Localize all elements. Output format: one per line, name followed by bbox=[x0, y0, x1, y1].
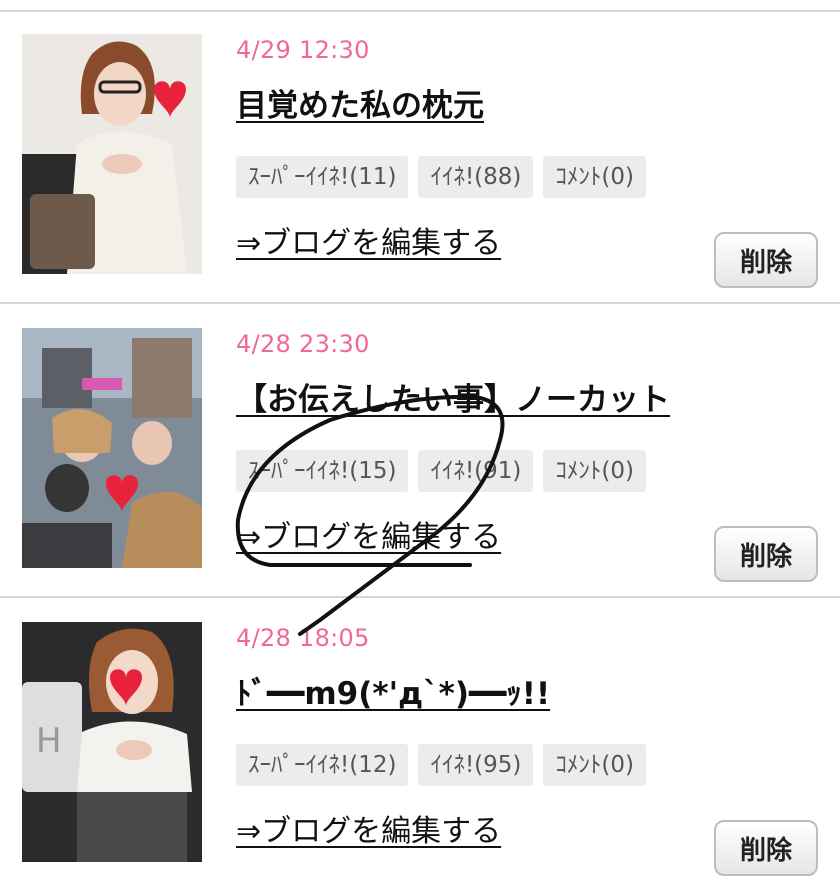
comment-badge[interactable]: ｺﾒﾝﾄ(0) bbox=[543, 744, 646, 786]
entry-thumbnail[interactable] bbox=[22, 34, 202, 274]
entry-title-link[interactable]: ﾄﾞ━━m9(*'д`*)━━ｯ!! bbox=[236, 668, 550, 713]
like-badge[interactable]: ｲｲﾈ!(88) bbox=[418, 156, 534, 198]
blog-entry: H 4/28 18:05 ﾄﾞ━━m9(*'д`*)━━ｯ!! ｽｰﾊﾟｰｲｲﾈ… bbox=[0, 600, 840, 892]
entry-title-link[interactable]: 【お伝えしたい事】ノーカット bbox=[236, 374, 670, 419]
blog-entry: 4/28 23:30 【お伝えしたい事】ノーカット ｽｰﾊﾟｰｲｲﾈ!(15) … bbox=[0, 306, 840, 598]
super-like-badge[interactable]: ｽｰﾊﾟｰｲｲﾈ!(11) bbox=[236, 156, 409, 198]
entry-date: 4/28 18:05 bbox=[236, 624, 370, 652]
blog-entry: 4/29 12:30 目覚めた私の枕元 ｽｰﾊﾟｰｲｲﾈ!(11) ｲｲﾈ!(8… bbox=[0, 12, 840, 304]
comment-badge[interactable]: ｺﾒﾝﾄ(0) bbox=[543, 450, 646, 492]
entry-title-link[interactable]: 目覚めた私の枕元 bbox=[236, 80, 484, 125]
entry-date: 4/29 12:30 bbox=[236, 36, 370, 64]
entry-stats: ｽｰﾊﾟｰｲｲﾈ!(12) ｲｲﾈ!(95) ｺﾒﾝﾄ(0) bbox=[236, 744, 646, 786]
entry-stats: ｽｰﾊﾟｰｲｲﾈ!(15) ｲｲﾈ!(91) ｺﾒﾝﾄ(0) bbox=[236, 450, 646, 492]
delete-button[interactable]: 削除 bbox=[714, 820, 818, 876]
super-like-badge[interactable]: ｽｰﾊﾟｰｲｲﾈ!(12) bbox=[236, 744, 409, 786]
like-badge[interactable]: ｲｲﾈ!(91) bbox=[418, 450, 534, 492]
entry-divider bbox=[0, 596, 840, 598]
super-like-badge[interactable]: ｽｰﾊﾟｰｲｲﾈ!(15) bbox=[236, 450, 409, 492]
edit-blog-link[interactable]: ⇒ブログを編集する bbox=[236, 512, 501, 556]
delete-button[interactable]: 削除 bbox=[714, 526, 818, 582]
svg-text:H: H bbox=[36, 721, 62, 761]
entry-divider bbox=[0, 302, 840, 304]
like-badge[interactable]: ｲｲﾈ!(95) bbox=[418, 744, 534, 786]
entry-date: 4/28 23:30 bbox=[236, 330, 370, 358]
edit-blog-link[interactable]: ⇒ブログを編集する bbox=[236, 806, 501, 850]
entry-thumbnail[interactable] bbox=[22, 328, 202, 568]
comment-badge[interactable]: ｺﾒﾝﾄ(0) bbox=[543, 156, 646, 198]
delete-button[interactable]: 削除 bbox=[714, 232, 818, 288]
entry-thumbnail[interactable]: H bbox=[22, 622, 202, 862]
edit-blog-link[interactable]: ⇒ブログを編集する bbox=[236, 218, 501, 262]
entry-stats: ｽｰﾊﾟｰｲｲﾈ!(11) ｲｲﾈ!(88) ｺﾒﾝﾄ(0) bbox=[236, 156, 646, 198]
top-divider bbox=[0, 0, 840, 12]
